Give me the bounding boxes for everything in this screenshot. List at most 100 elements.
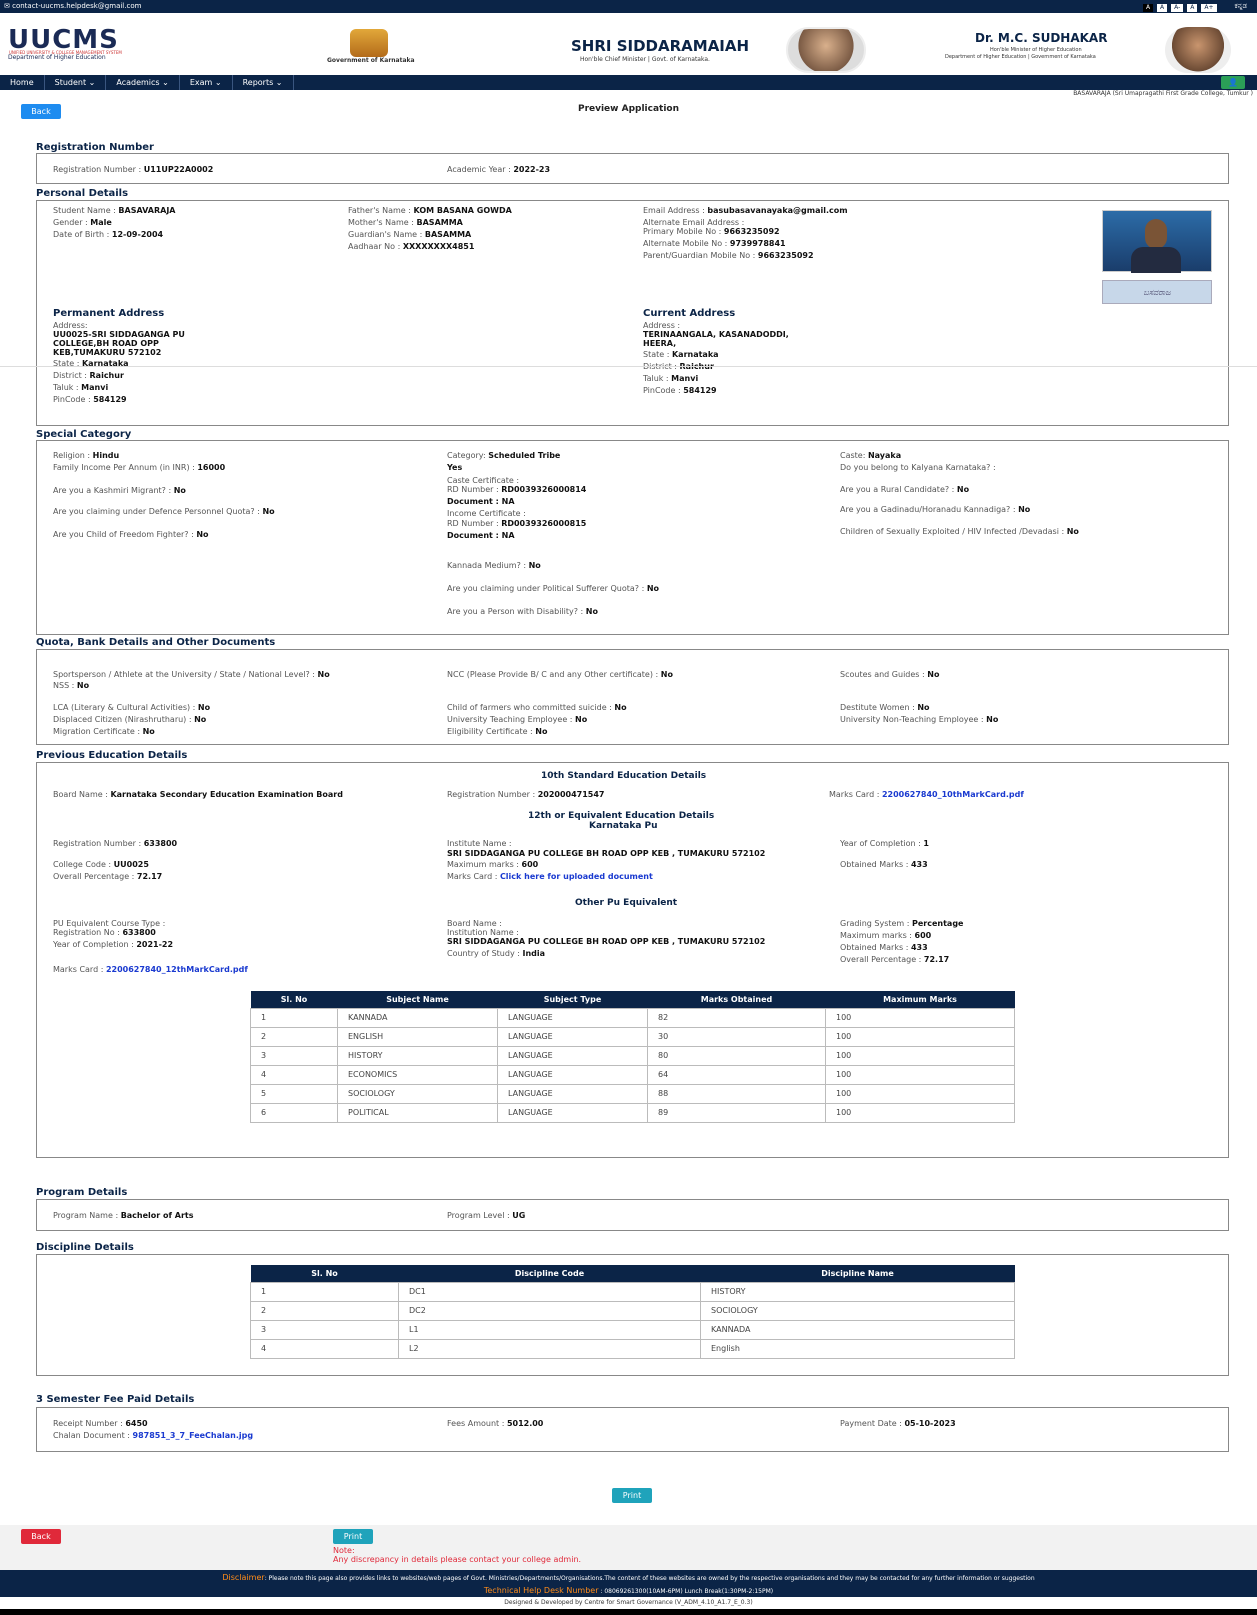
nav-student[interactable]: Student ⌄ <box>45 75 107 90</box>
section-special-category: Special Category <box>36 429 132 440</box>
main-nav: Home Student ⌄ Academics ⌄ Exam ⌄ Report… <box>0 75 1257 90</box>
text: Board Name : <box>53 790 111 799</box>
table-cell: LANGUAGE <box>497 1026 648 1047</box>
text: Mother's Name : <box>348 218 417 227</box>
text: NSS : <box>53 681 77 690</box>
tenth-marks-card-link[interactable]: 2200627840_10thMarkCard.pdf <box>882 790 1024 799</box>
text: Raichur <box>89 371 124 380</box>
footer-actions <box>0 1525 1257 1570</box>
table-cell: LANGUAGE <box>497 1045 648 1066</box>
font-normal-button[interactable]: A <box>1157 3 1168 12</box>
nav-home[interactable]: Home <box>0 75 45 90</box>
font-default-button[interactable]: A <box>1142 3 1154 12</box>
other-institution-name: SRI SIDDAGANGA PU COLLEGE BH ROAD OPP KE… <box>447 936 765 947</box>
table-cell: 100 <box>825 1083 1015 1104</box>
language-toggle[interactable]: ಕನ್ನಡ <box>1235 0 1247 13</box>
other-pu-heading: Other Pu Equivalent <box>575 898 678 908</box>
text: Manvi <box>81 383 109 392</box>
fee-box: Receipt Number : 6450 Chalan Document : … <box>36 1407 1229 1452</box>
text: 1 <box>923 839 929 848</box>
twelfth-subheading: Karnataka Pu <box>589 821 658 831</box>
political-sufferer: Are you claiming under Political Suffere… <box>447 583 659 594</box>
text: 9663235092 <box>757 251 814 260</box>
text: 633800 <box>143 839 178 848</box>
text: 9739978841 <box>729 239 786 248</box>
text: Program Name : <box>53 1211 121 1220</box>
table-cell: HISTORY <box>337 1045 498 1066</box>
text: 633800 <box>122 928 156 937</box>
text: 12-09-2004 <box>111 230 164 239</box>
text: RD Number : <box>447 519 502 528</box>
text: Registration Number : <box>53 165 144 174</box>
table-cell: 2 <box>250 1300 399 1321</box>
text: 584129 <box>93 395 127 404</box>
text: PinCode : <box>53 395 94 404</box>
text: Taluk : <box>53 383 82 392</box>
text: Chalan Document : <box>53 1431 133 1440</box>
table-cell: 6 <box>250 1102 338 1123</box>
nav-reports[interactable]: Reports ⌄ <box>233 75 294 90</box>
back-button-bottom[interactable]: Back <box>21 1529 61 1544</box>
text: Document : NA <box>447 531 515 540</box>
cm-photo <box>786 27 866 73</box>
chalan-link[interactable]: 987851_3_7_FeeChalan.jpg <box>133 1431 254 1440</box>
text: Children of Sexually Exploited / HIV Inf… <box>840 527 1067 536</box>
text: Marks Card : <box>447 872 500 881</box>
text: Percentage <box>912 919 964 928</box>
text: Nayaka <box>867 451 902 460</box>
table-cell: 88 <box>647 1083 826 1104</box>
kannada-medium: Kannada Medium? : No <box>447 560 541 571</box>
text: Maximum marks : <box>840 931 915 940</box>
cm-name: SHRI SIDDARAMAIAH <box>571 37 750 55</box>
table-row: 6 POLITICAL LANGUAGE 89 100 <box>250 1102 1015 1123</box>
fees-amount: Fees Amount : 5012.00 <box>447 1418 543 1429</box>
text: 2022-23 <box>513 165 551 174</box>
text <box>1145 219 1167 249</box>
table-cell: 100 <box>825 1102 1015 1123</box>
text: Receipt Number : <box>53 1419 126 1428</box>
text: 72.17 <box>923 955 950 964</box>
font-increase-button[interactable]: A+ <box>1201 3 1217 12</box>
father-name: Father's Name : KOM BASANA GOWDA <box>348 205 512 216</box>
table-cell: 100 <box>825 1026 1015 1047</box>
table-cell: LANGUAGE <box>497 1007 648 1028</box>
text: Obtained Marks : <box>840 860 911 869</box>
alternate-mobile: Alternate Mobile No : 9739978841 <box>643 238 786 249</box>
text: UG <box>512 1211 526 1220</box>
text: No <box>317 670 330 679</box>
text: Date of Birth : <box>53 230 112 239</box>
text: No <box>173 486 186 495</box>
payment-date: Payment Date : 05-10-2023 <box>840 1418 956 1429</box>
text: Sportsperson / Athlete at the University… <box>53 670 318 679</box>
teaching-employee: University Teaching Employee : No <box>447 714 587 725</box>
nav-academics[interactable]: Academics ⌄ <box>106 75 180 90</box>
religion: Religion : Hindu <box>53 450 119 461</box>
family-income: Family Income Per Annum (in INR) : 16000 <box>53 462 225 473</box>
text: PinCode : <box>643 386 684 395</box>
text: No <box>535 727 548 736</box>
nav-exam[interactable]: Exam ⌄ <box>180 75 233 90</box>
print-button-bottom[interactable]: Print <box>333 1529 373 1544</box>
user-icon[interactable]: 👤 <box>1221 76 1245 89</box>
caste-document: Document : NA <box>447 496 515 507</box>
font-decrease-button[interactable]: A- <box>1171 3 1184 12</box>
font-reset-button[interactable]: A <box>1187 3 1198 12</box>
text: NA <box>501 497 515 506</box>
text: 72.17 <box>136 872 163 881</box>
twelfth-marks-card-link[interactable]: 2200627840_12thMarkCard.pdf <box>106 965 248 974</box>
sportsperson: Sportsperson / Athlete at the University… <box>53 669 330 680</box>
student-name: Student Name : BASAVARAJA <box>53 205 175 216</box>
table-cell: L2 <box>398 1338 701 1359</box>
contact-email[interactable]: ✉ contact-uucms.helpdesk@gmail.com <box>4 2 141 10</box>
guardian-name: Guardian's Name : BASAMMA <box>348 229 471 240</box>
uploaded-document-link[interactable]: Click here for uploaded document <box>500 872 653 881</box>
print-button[interactable]: Print <box>612 1488 652 1503</box>
text: Are you a Rural Candidate? : <box>840 485 957 494</box>
institute-name: SRI SIDDAGANGA PU COLLEGE BH ROAD OPP KE… <box>447 848 765 859</box>
program-level: Program Level : UG <box>447 1210 525 1221</box>
text: Document : <box>447 531 502 540</box>
text: UU0025 <box>113 860 149 869</box>
farmers-child: Child of farmers who committed suicide :… <box>447 702 627 713</box>
text: Category: <box>447 451 489 460</box>
table-cell: 89 <box>647 1102 826 1123</box>
